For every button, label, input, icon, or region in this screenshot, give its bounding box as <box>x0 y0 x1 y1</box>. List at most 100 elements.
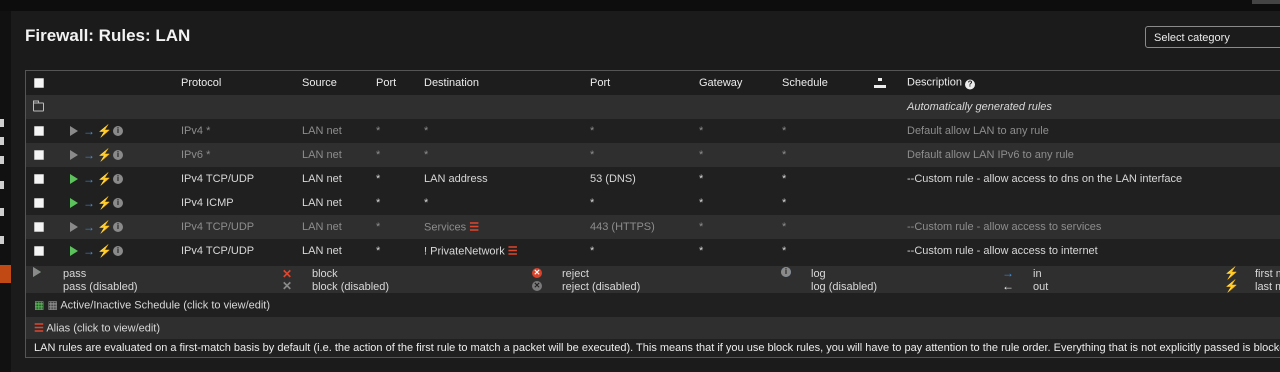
rule-icons: → ⚡ i <box>70 221 130 233</box>
rule-description: --Custom rule - allow access to internet <box>907 245 1098 257</box>
header-description[interactable]: Description? <box>907 76 976 90</box>
table-row[interactable]: → ⚡ i IPv4 TCP/UDP LAN net * Services ☰ … <box>26 215 1280 239</box>
rule-source: LAN net <box>302 125 342 137</box>
rule-destination[interactable]: Services ☰ <box>424 221 479 234</box>
rule-gateway: * <box>699 221 704 233</box>
log-icon[interactable]: i <box>113 246 123 256</box>
alias-note[interactable]: ☰ Alias (click to view/edit) <box>34 322 160 335</box>
pass-icon[interactable] <box>70 126 78 136</box>
sidebar-marker[interactable] <box>0 208 4 216</box>
rule-destination-port: 443 (HTTPS) <box>590 221 655 233</box>
reject-icon: ✕ <box>532 268 542 278</box>
rule-source-port: * <box>376 221 381 233</box>
table-row[interactable]: → ⚡ i IPv4 * LAN net * * * * * Default a… <box>26 119 1280 143</box>
sidebar-marker[interactable] <box>0 181 4 189</box>
alias-note-row[interactable]: ☰ Alias (click to view/edit) <box>26 317 1280 339</box>
rule-source: LAN net <box>302 221 342 233</box>
in-arrow-icon: → <box>83 124 95 138</box>
pass-icon[interactable] <box>70 174 78 184</box>
sidebar-marker[interactable] <box>0 236 4 244</box>
rule-destination-label: Services <box>424 221 467 234</box>
log-icon[interactable]: i <box>113 222 123 232</box>
rule-protocol: IPv6 * <box>181 149 211 161</box>
rules-panel: Protocol Source Port Destination Port Ga… <box>25 70 1280 358</box>
network-tree-icon[interactable] <box>874 78 886 88</box>
pass-icon[interactable] <box>70 150 78 160</box>
row-checkbox[interactable] <box>34 150 44 160</box>
table-row[interactable]: → ⚡ i IPv4 TCP/UDP LAN net * ! PrivateNe… <box>26 239 1280 263</box>
alias-list-icon[interactable]: ☰ <box>508 246 518 258</box>
rule-description: Default allow LAN to any rule <box>907 125 1049 137</box>
schedule-note-row[interactable]: ▦ ▦ Active/Inactive Schedule (click to v… <box>26 293 1280 317</box>
group-label: Automatically generated rules <box>907 101 1052 113</box>
rule-schedule: * <box>782 221 787 233</box>
first-match-icon: ⚡ <box>1224 266 1239 280</box>
in-arrow-icon: → <box>83 220 95 234</box>
legend-log: log <box>811 268 826 280</box>
header-protocol[interactable]: Protocol <box>181 77 221 89</box>
rule-destination: LAN address <box>424 173 488 185</box>
legend-last-match: last m <box>1255 281 1280 293</box>
out-arrow-icon: ← <box>1002 279 1014 293</box>
pass-icon[interactable] <box>70 222 78 232</box>
schedule-note[interactable]: ▦ ▦ Active/Inactive Schedule (click to v… <box>34 299 270 312</box>
category-select[interactable]: Select category <box>1145 26 1280 48</box>
rule-schedule: * <box>782 245 787 257</box>
legend: pass pass (disabled) ✕ ✕ block block (di… <box>26 266 1280 293</box>
row-checkbox[interactable] <box>34 126 44 136</box>
sidebar-marker[interactable] <box>0 156 4 164</box>
rule-source: LAN net <box>302 173 342 185</box>
legend-in: in <box>1033 268 1042 280</box>
header-destination-port[interactable]: Port <box>590 77 610 89</box>
header-description-label: Description <box>907 76 963 89</box>
legend-reject-disabled: reject (disabled) <box>562 281 641 293</box>
in-arrow-icon: → <box>83 148 95 162</box>
rule-destination: * <box>424 125 429 137</box>
log-icon[interactable]: i <box>113 150 123 160</box>
pass-icon[interactable] <box>70 246 78 256</box>
rule-source-port: * <box>376 149 381 161</box>
folder-icon[interactable] <box>33 100 44 112</box>
log-icon[interactable]: i <box>113 174 123 184</box>
table-row[interactable]: → ⚡ i IPv4 TCP/UDP LAN net * LAN address… <box>26 167 1280 191</box>
header-source[interactable]: Source <box>302 77 337 89</box>
in-arrow-icon: → <box>83 244 95 258</box>
rule-gateway: * <box>699 173 704 185</box>
legend-block-disabled: block (disabled) <box>312 281 390 293</box>
row-checkbox[interactable] <box>34 198 44 208</box>
rule-protocol: IPv4 TCP/UDP <box>181 245 255 257</box>
row-checkbox[interactable] <box>34 246 44 256</box>
table-row[interactable]: → ⚡ i IPv4 ICMP LAN net * * * * * <box>26 191 1280 215</box>
table-row[interactable]: → ⚡ i IPv6 * LAN net * * * * * Default a… <box>26 143 1280 167</box>
help-icon[interactable]: ? <box>965 79 976 90</box>
rule-gateway: * <box>699 245 704 257</box>
sidebar-marker[interactable] <box>0 137 4 145</box>
footer-note: LAN rules are evaluated on a first-match… <box>34 342 1280 354</box>
sidebar-marker[interactable] <box>0 119 4 127</box>
calendar-active-icon: ▦ <box>34 299 45 312</box>
alias-list-icon[interactable]: ☰ <box>469 222 479 234</box>
header-source-port[interactable]: Port <box>376 77 396 89</box>
sidebar-active-item[interactable] <box>0 265 11 283</box>
rule-schedule: * <box>782 173 787 185</box>
rule-destination[interactable]: ! PrivateNetwork ☰ <box>424 245 518 258</box>
select-all-checkbox[interactable] <box>34 78 44 88</box>
header-gateway[interactable]: Gateway <box>699 77 742 89</box>
row-checkbox[interactable] <box>34 222 44 232</box>
first-match-icon: ⚡ <box>97 124 112 138</box>
alias-note-label: Alias (click to view/edit) <box>46 322 161 335</box>
row-checkbox[interactable] <box>34 174 44 184</box>
last-match-icon: ⚡ <box>1224 279 1239 293</box>
header-destination[interactable]: Destination <box>424 77 479 89</box>
rule-gateway: * <box>699 197 704 209</box>
log-icon[interactable]: i <box>113 126 123 136</box>
rule-destination-label: ! PrivateNetwork <box>424 245 505 258</box>
group-row[interactable]: Automatically generated rules <box>26 95 1280 119</box>
log-icon[interactable]: i <box>113 198 123 208</box>
legend-block: block <box>312 268 338 280</box>
pass-icon[interactable] <box>70 198 78 208</box>
rule-schedule: * <box>782 149 787 161</box>
header-schedule[interactable]: Schedule <box>782 77 828 89</box>
first-match-icon: ⚡ <box>97 244 112 258</box>
rule-protocol: IPv4 ICMP <box>181 197 234 209</box>
